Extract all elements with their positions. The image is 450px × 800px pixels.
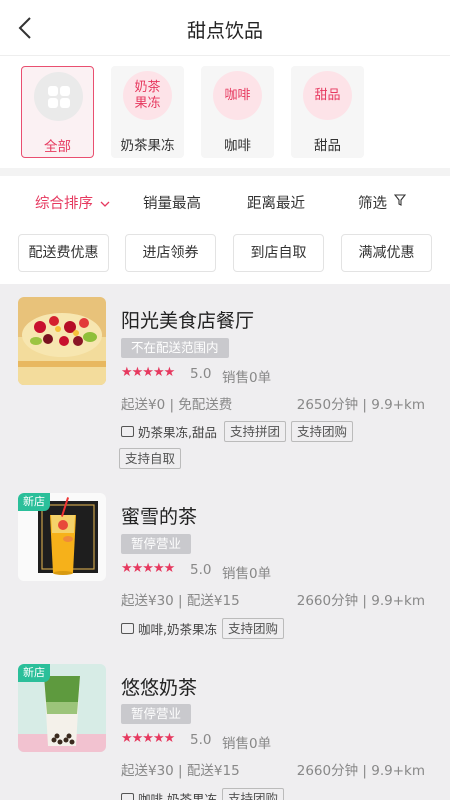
rating-value: 5.0 [190, 366, 212, 382]
sort-distance[interactable]: 距离最近 [247, 192, 305, 213]
category-dessert[interactable]: 甜品 甜品 [291, 66, 364, 158]
category-circle: 奶茶果冻 [123, 71, 172, 120]
shop-icon [121, 792, 134, 800]
delivery-info: 起送¥30 | 配送¥15 [121, 763, 240, 779]
filter-button[interactable]: 筛选 [358, 192, 406, 213]
rating-stars: ★★★★★ [121, 731, 175, 746]
rating-stars: ★★★★★ [121, 365, 175, 380]
category-icon [34, 72, 83, 121]
category-milk-tea-jelly[interactable]: 奶茶果冻 奶茶果冻 [111, 66, 184, 158]
store-categories: 咖啡,奶茶果冻 [121, 617, 217, 639]
new-store-badge: 新店 [18, 664, 50, 682]
chevron-down-icon [100, 201, 110, 207]
distance-info: 2650分钟 | 9.9+km [296, 397, 425, 413]
chip-discount[interactable]: 满减优惠 [341, 234, 432, 272]
shop-icon [121, 622, 134, 634]
filter-icon [393, 194, 406, 206]
category-row: 全部 奶茶果冻 奶茶果冻 咖啡 咖啡 甜品 甜品 [0, 56, 450, 168]
grid-icon [47, 85, 70, 108]
category-label: 咖啡 [224, 138, 251, 154]
category-text: 奶茶果冻,甜品 [138, 424, 217, 440]
delivery-info: 起送¥30 | 配送¥15 [121, 593, 240, 609]
category-circle: 咖啡 [213, 71, 262, 120]
tag-self-pickup: 支持自取 [119, 448, 182, 469]
category-text: 咖啡,奶茶果冻 [138, 621, 217, 637]
store-image [18, 297, 106, 385]
store-name: 阳光美食店餐厅 [121, 310, 255, 332]
store-name: 蜜雪的茶 [121, 506, 198, 528]
store-categories: 咖啡,奶茶果冻 [121, 787, 217, 800]
status-badge: 不在配送范围内 [121, 338, 229, 358]
category-circle: 甜品 [303, 71, 352, 120]
store-card[interactable]: 新店 蜜雪的茶 暂停营业 ★★★★★ 5.0 销售0单 起送¥30 | 配送¥1… [0, 484, 450, 654]
section-divider [0, 168, 450, 176]
status-badge: 暂停营业 [121, 704, 192, 724]
chip-self-pickup[interactable]: 到店自取 [233, 234, 324, 272]
rating-value: 5.0 [190, 732, 212, 748]
store-name: 悠悠奶茶 [121, 677, 198, 699]
sales-count: 销售0单 [222, 370, 272, 386]
filter-label: 筛选 [358, 196, 387, 212]
store-card[interactable]: 新店 悠悠奶茶 暂停营业 ★★★★★ 5.0 销售0单 起送¥30 | 配送¥1… [0, 654, 450, 800]
rating-stars: ★★★★★ [121, 561, 175, 576]
page-title: 甜点饮品 [186, 20, 263, 42]
store-card[interactable]: 阳光美食店餐厅 不在配送范围内 ★★★★★ 5.0 销售0单 起送¥0 | 免配… [0, 284, 450, 484]
category-label: 甜品 [314, 138, 341, 154]
status-badge: 暂停营业 [121, 534, 192, 554]
category-label: 奶茶果冻 [120, 138, 175, 154]
rating-value: 5.0 [190, 562, 212, 578]
sales-count: 销售0单 [222, 736, 272, 752]
tag-group-purchase: 支持团购 [222, 618, 285, 639]
tag-group-purchase: 支持团购 [291, 421, 354, 442]
store-categories: 奶茶果冻,甜品 [121, 420, 217, 442]
top-bar: 甜点饮品 [0, 0, 450, 56]
store-image: 新店 [18, 493, 106, 581]
sales-count: 销售0单 [222, 566, 272, 582]
chip-delivery-discount[interactable]: 配送费优惠 [18, 234, 109, 272]
tag-group-buy-team: 支持拼团 [224, 421, 287, 442]
store-list: 阳光美食店餐厅 不在配送范围内 ★★★★★ 5.0 销售0单 起送¥0 | 免配… [0, 284, 450, 800]
sort-comprehensive[interactable]: 综合排序 [35, 192, 110, 213]
chip-store-coupon[interactable]: 进店领券 [125, 234, 216, 272]
store-image: 新店 [18, 664, 106, 752]
sort-label: 综合排序 [35, 196, 93, 212]
tag-group-purchase: 支持团购 [222, 788, 285, 800]
distance-info: 2660分钟 | 9.9+km [296, 763, 425, 779]
sort-sales[interactable]: 销量最高 [143, 192, 201, 213]
category-label: 全部 [44, 139, 71, 155]
delivery-info: 起送¥0 | 免配送费 [121, 397, 233, 413]
filter-bar: 综合排序 销量最高 距离最近 筛选 配送费优惠 进店领券 到店自取 满减优惠 [0, 176, 450, 284]
shop-icon [121, 425, 134, 437]
category-coffee[interactable]: 咖啡 咖啡 [201, 66, 274, 158]
new-store-badge: 新店 [18, 493, 50, 511]
category-text: 咖啡,奶茶果冻 [138, 791, 217, 800]
category-all[interactable]: 全部 [21, 66, 94, 158]
distance-info: 2660分钟 | 9.9+km [296, 593, 425, 609]
